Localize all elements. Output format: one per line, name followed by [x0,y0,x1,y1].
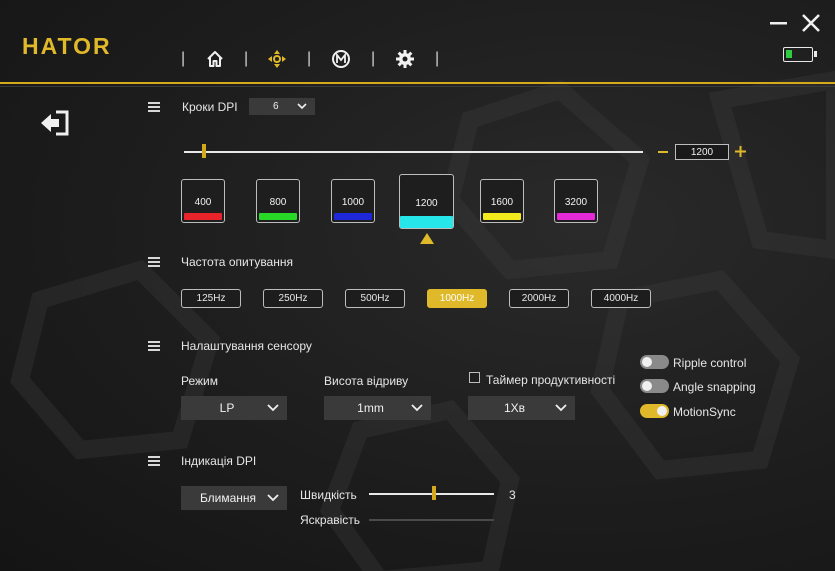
toggle-switch[interactable] [640,404,669,418]
brightness-label: Яскравість [300,513,361,527]
close-button[interactable] [800,12,822,34]
lift-off-label: Висота відриву [324,374,409,388]
dpi-level-color-bar [184,213,222,220]
sensor-settings-title: Налаштування сенсору [181,339,312,353]
toggle-knob [642,357,652,367]
dpi-level-800[interactable]: 800 [256,179,300,223]
lift-off-value: 1mm [357,401,384,415]
lift-off-select[interactable]: 1mm [324,396,431,420]
performance-timer-checkbox[interactable] [469,372,480,383]
nav-separator: | [371,50,376,67]
chevron-down-icon [297,102,307,109]
polling-rate-button[interactable]: 1000Hz [427,289,487,308]
polling-rate-button[interactable]: 125Hz [181,289,241,308]
dpi-level-value: 1200 [415,198,438,209]
mode-select[interactable]: LP [181,396,287,420]
chevron-down-icon [267,494,279,502]
section-menu-icon [148,341,160,351]
dpi-level-value: 800 [269,197,287,208]
polling-rate-button[interactable]: 500Hz [345,289,405,308]
dpi-level-value: 1600 [490,197,514,208]
dpi-slider-thumb[interactable] [202,144,207,158]
toggle-switch[interactable] [640,355,669,369]
toggle-knob [642,381,652,391]
dpi-level-color-bar [400,216,453,228]
chevron-down-icon [411,404,423,412]
section-menu-icon [148,102,160,112]
dpi-level-color-bar [334,213,372,220]
battery-terminal [814,51,817,57]
brightness-slider-track[interactable] [369,519,494,521]
indication-effect-select[interactable]: Блимання [181,486,287,510]
dpi-increase-button[interactable] [734,145,747,158]
dpi-steps-title: Кроки DPI [182,100,238,114]
dpi-steps-select[interactable]: 6 [249,98,315,115]
dpi-level-value: 400 [194,197,212,208]
battery-level [786,50,792,58]
polling-rate-title: Частота опитування [181,255,293,269]
nav-separator: | [181,50,186,67]
nav-separator: | [435,50,440,67]
dpi-level-value: 1000 [341,197,365,208]
battery-icon [783,47,817,62]
back-icon[interactable] [40,110,70,136]
macro-m-icon[interactable] [330,48,352,70]
dpi-level-3200[interactable]: 3200 [554,179,598,223]
dpi-level-color-bar [483,213,521,220]
header-divider [0,82,835,84]
indication-effect-value: Блимання [199,491,257,505]
selected-level-indicator [419,231,434,249]
hator-logo: HATOR [22,33,112,59]
dpi-indication-title: Індикація DPI [181,454,257,468]
crosshair-icon[interactable] [266,48,288,70]
dpi-steps-value: 6 [273,101,279,112]
dpi-value-input[interactable]: 1200 [675,144,729,160]
gear-icon[interactable] [394,48,416,70]
polling-rate-button[interactable]: 4000Hz [591,289,651,308]
polling-rate-button[interactable]: 250Hz [263,289,323,308]
section-menu-icon [148,456,160,466]
toggle-label: MotionSync [673,405,736,419]
dpi-slider-track[interactable] [184,151,643,153]
home-icon[interactable] [204,48,226,70]
nav-separator: | [307,50,312,67]
speed-label: Швидкість [300,488,357,502]
performance-timer-value: 1Хв [503,401,526,415]
dpi-level-1200[interactable]: 1200 [399,174,454,229]
performance-timer-select[interactable]: 1Хв [468,396,575,420]
header-divider-shadow [0,86,835,87]
toggle-label: Ripple control [673,356,747,370]
polling-rate-button[interactable]: 2000Hz [509,289,569,308]
toggle-label: Angle snapping [673,380,756,394]
minimize-button[interactable] [768,12,790,34]
chevron-down-icon [555,404,567,412]
mode-value: LP [219,401,235,415]
dpi-decrease-button[interactable] [658,151,668,153]
dpi-level-value: 3200 [564,197,588,208]
dpi-level-1000[interactable]: 1000 [331,179,375,223]
mode-label: Режим [181,374,218,388]
performance-timer-label: Таймер продуктивності [486,373,616,387]
speed-slider-thumb[interactable] [431,486,436,500]
dpi-level-1600[interactable]: 1600 [480,179,524,223]
section-menu-icon [148,257,160,267]
dpi-level-400[interactable]: 400 [181,179,225,223]
toggle-switch[interactable] [640,379,669,393]
dpi-level-color-bar [557,213,595,220]
chevron-down-icon [267,404,279,412]
dpi-level-color-bar [259,213,297,220]
toggle-knob [657,406,667,416]
nav-separator: | [244,50,249,67]
speed-value: 3 [509,488,516,502]
